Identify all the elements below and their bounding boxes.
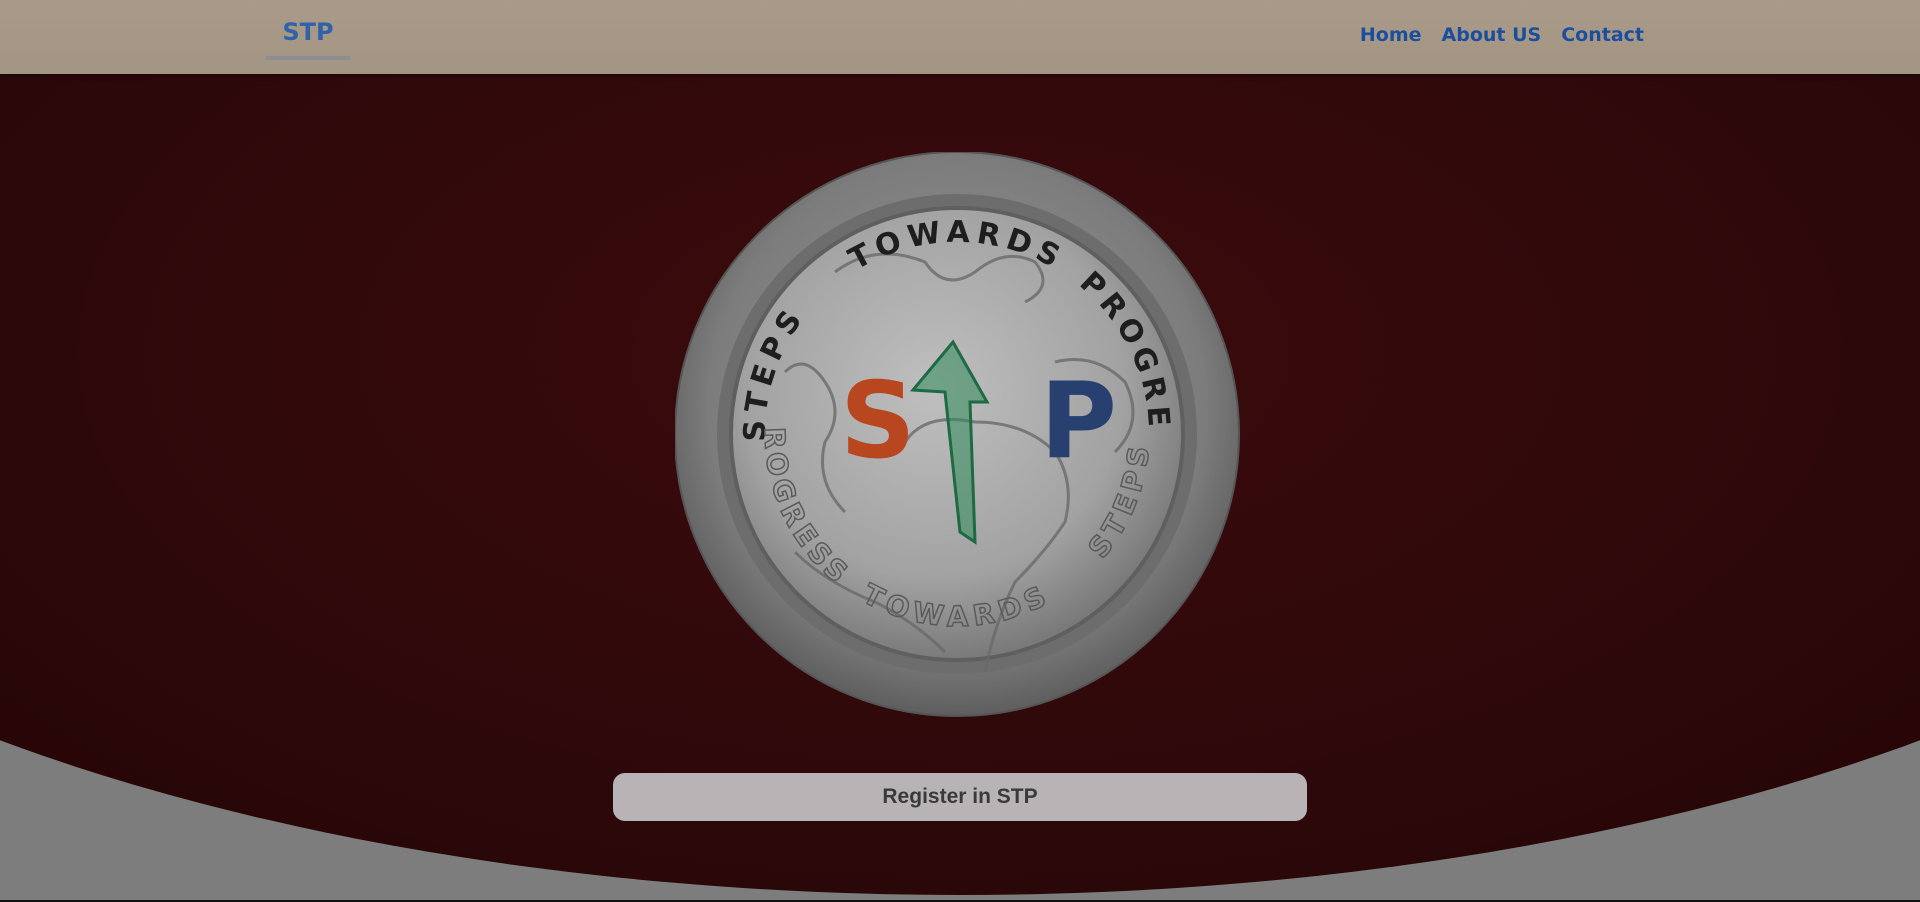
logo-letter-p: P — [1040, 360, 1117, 482]
stp-logo-graphic: TOWARDS STEPS PROGRESS TOWARDS PROGRESS … — [675, 152, 1240, 717]
brand-link[interactable]: STP — [266, 18, 350, 60]
nav-link-home[interactable]: Home — [1360, 24, 1422, 46]
nav-link-contact[interactable]: Contact — [1561, 24, 1644, 46]
stp-logo: TOWARDS STEPS PROGRESS TOWARDS PROGRESS … — [675, 152, 1240, 717]
nav-links: Home About US Contact — [1360, 24, 1644, 46]
register-button[interactable]: Register in STP — [613, 773, 1307, 821]
page: STP Home About US Contact TOWARDS STEPS … — [0, 0, 1920, 902]
nav-link-about-us[interactable]: About US — [1442, 24, 1542, 46]
top-navbar: STP Home About US Contact — [0, 0, 1920, 74]
logo-letter-s: S — [840, 360, 916, 482]
